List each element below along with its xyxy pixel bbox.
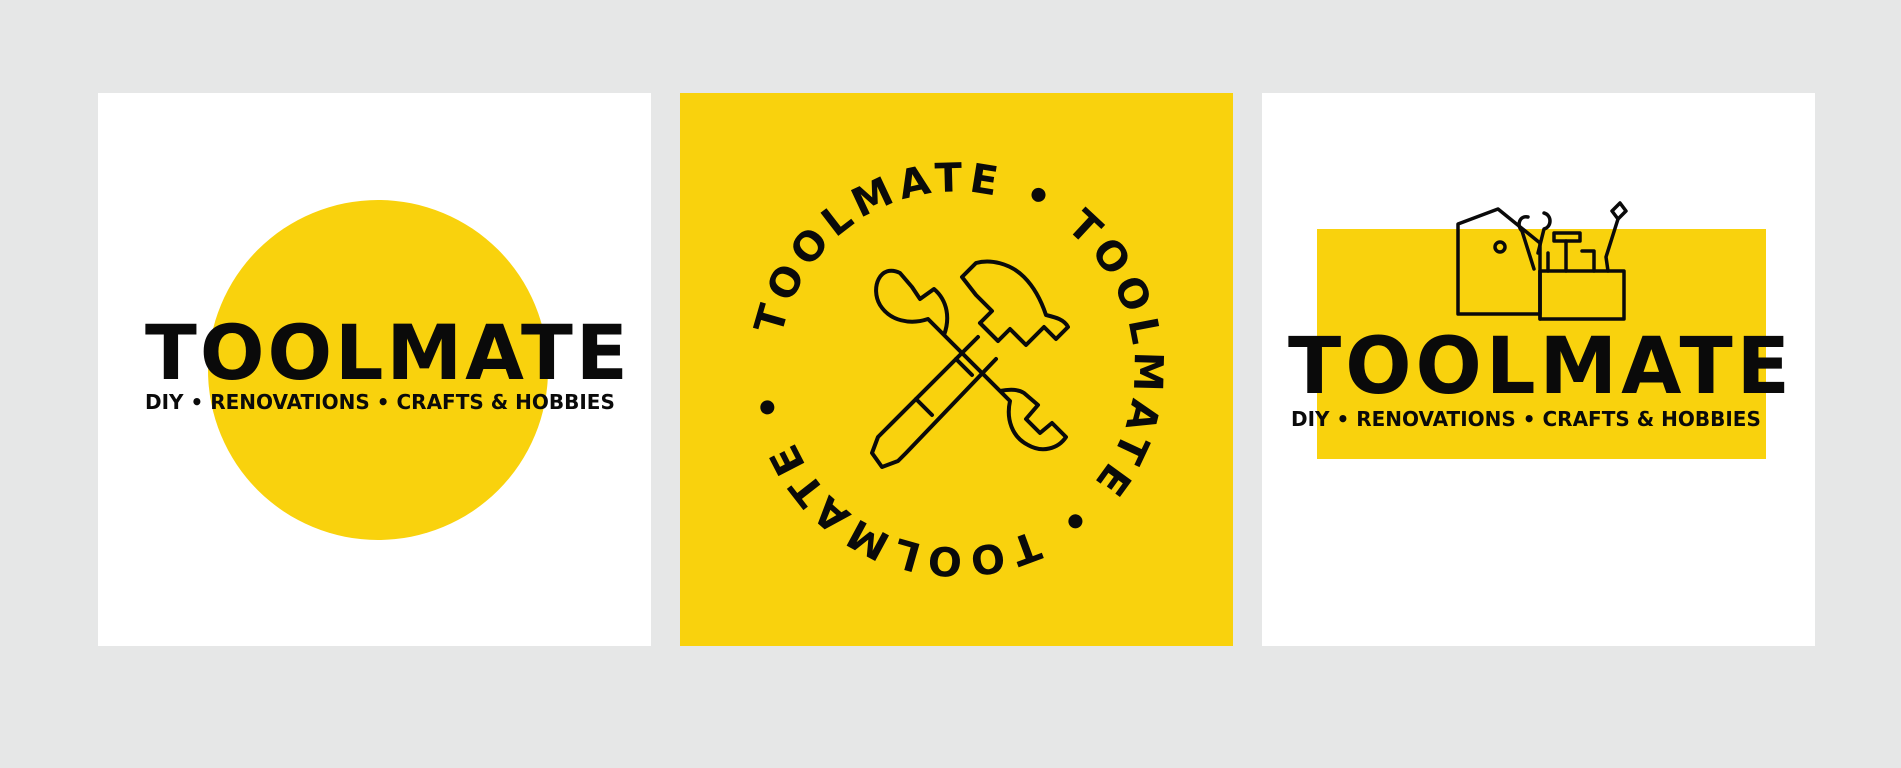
ring-brand-text: TOOLMATE • TOOLMATE • TOOLMATE •	[743, 155, 1171, 584]
logo-variant-toolbox: TOOLMATE DIY • RENOVATIONS • CRAFTS & HO…	[1262, 93, 1815, 646]
emblem-artwork: TOOLMATE • TOOLMATE • TOOLMATE •	[743, 155, 1171, 584]
ring-brand-textpath: TOOLMATE • TOOLMATE • TOOLMATE •	[743, 155, 1165, 584]
brand-tagline: DIY • RENOVATIONS • CRAFTS & HOBBIES	[1291, 407, 1761, 431]
logo-variant-circle: TOOLMATE DIY • RENOVATIONS • CRAFTS & HO…	[98, 93, 651, 646]
logo-variant-emblem: TOOLMATE • TOOLMATE • TOOLMATE •	[680, 93, 1233, 646]
wrench-and-hammer-icon	[870, 259, 1070, 469]
brand-wordmark: TOOLMATE	[1288, 322, 1794, 412]
brand-wordmark: TOOLMATE	[145, 308, 631, 397]
brand-tagline: DIY • RENOVATIONS • CRAFTS & HOBBIES	[145, 390, 615, 414]
